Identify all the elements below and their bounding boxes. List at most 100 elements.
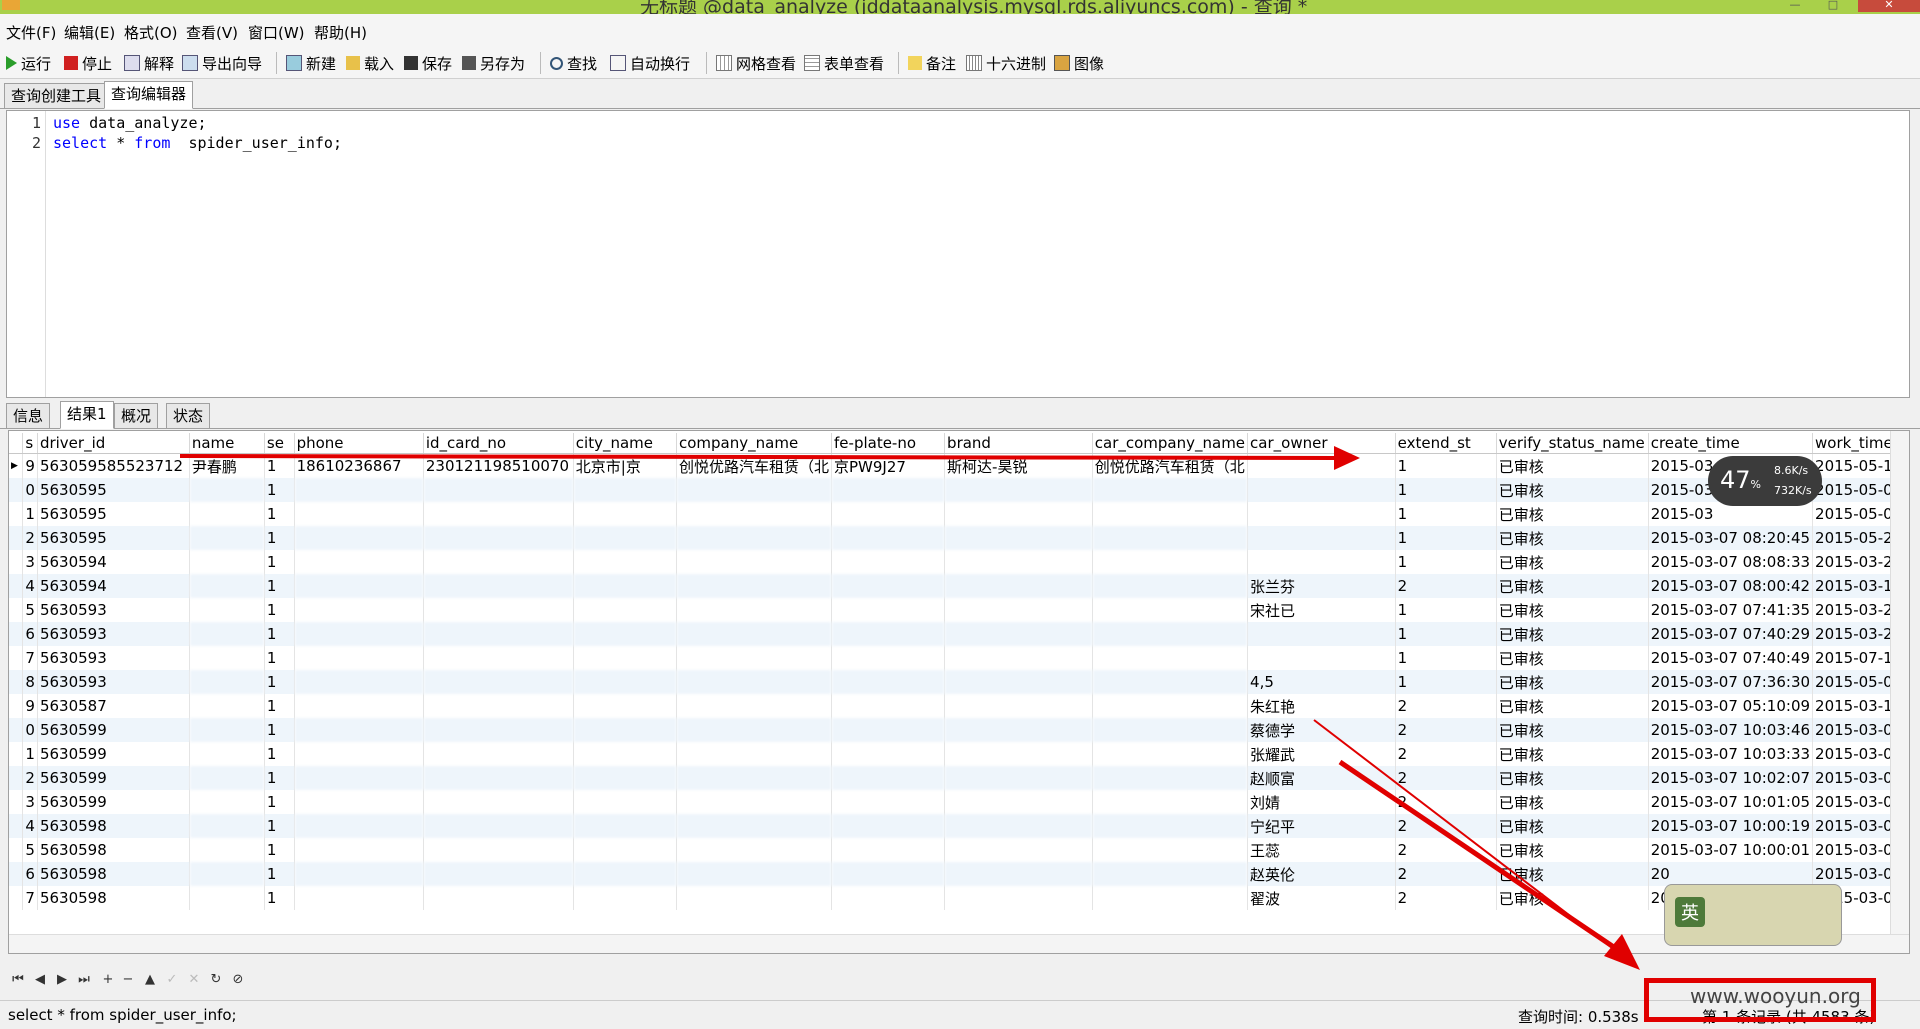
table-cell[interactable]: 已审核	[1496, 766, 1649, 790]
table-cell[interactable]	[944, 814, 1093, 838]
table-cell[interactable]: 3	[22, 790, 38, 814]
table-cell[interactable]: 5630593	[37, 646, 190, 670]
table-cell[interactable]	[189, 550, 265, 574]
table-cell[interactable]: 2	[1395, 766, 1497, 790]
table-cell[interactable]: 2	[1395, 718, 1497, 742]
table-cell[interactable]: 已审核	[1496, 838, 1649, 862]
table-cell[interactable]	[944, 838, 1093, 862]
table-cell[interactable]	[423, 502, 574, 526]
table-cell[interactable]: 1	[264, 766, 295, 790]
table-cell[interactable]: 5630595	[37, 478, 190, 502]
table-cell[interactable]	[573, 670, 678, 694]
table-cell[interactable]: 已审核	[1496, 550, 1649, 574]
table-cell[interactable]: 5630595	[37, 502, 190, 526]
table-cell[interactable]	[1092, 694, 1249, 718]
table-row[interactable]: 5 5630598 1 王蕊 2 已审核 2015-03-07 10:00:01 2015-0…	[9, 838, 1909, 862]
table-cell[interactable]	[189, 694, 265, 718]
table-cell[interactable]	[423, 598, 574, 622]
table-cell[interactable]	[189, 886, 265, 910]
table-cell[interactable]	[294, 574, 424, 598]
table-cell[interactable]: 1	[264, 790, 295, 814]
table-cell[interactable]: 5630593	[37, 670, 190, 694]
table-cell[interactable]	[676, 838, 833, 862]
column-header[interactable]: s	[22, 433, 38, 454]
table-cell[interactable]	[676, 694, 833, 718]
table-cell[interactable]	[189, 526, 265, 550]
table-cell[interactable]	[676, 718, 833, 742]
table-cell[interactable]	[1092, 790, 1249, 814]
table-cell[interactable]	[573, 502, 678, 526]
table-cell[interactable]	[1247, 646, 1396, 670]
table-cell[interactable]	[294, 598, 424, 622]
table-cell[interactable]: 1	[264, 598, 295, 622]
table-cell[interactable]	[189, 622, 265, 646]
table-cell[interactable]	[831, 790, 946, 814]
tab-result1[interactable]: 结果1	[60, 401, 114, 429]
table-cell[interactable]	[676, 502, 833, 526]
table-cell[interactable]: 6	[22, 622, 38, 646]
table-cell[interactable]	[294, 670, 424, 694]
table-row[interactable]: 6 5630593 1 1 已审核 2015-03-07 07:40:29 2015-03-…	[9, 622, 1909, 646]
table-cell[interactable]	[294, 694, 424, 718]
table-cell[interactable]: 4,5	[1247, 670, 1396, 694]
table-cell[interactable]: 已审核	[1496, 742, 1649, 766]
table-cell[interactable]	[423, 718, 574, 742]
prev-record-button[interactable]: ◀	[32, 972, 48, 988]
table-cell[interactable]: 张兰芬	[1247, 574, 1396, 598]
table-cell[interactable]: 宋社已	[1247, 598, 1396, 622]
table-cell[interactable]	[676, 622, 833, 646]
table-cell[interactable]	[831, 598, 946, 622]
table-cell[interactable]: 1	[1395, 478, 1497, 502]
table-cell[interactable]: 2	[1395, 790, 1497, 814]
tab-info[interactable]: 信息	[6, 403, 51, 429]
table-cell[interactable]: 2	[22, 766, 38, 790]
maximize-button[interactable]: □	[1818, 0, 1848, 12]
menu-edit[interactable]: 编辑(E)	[64, 22, 115, 43]
table-row[interactable]: ▶ 9 563059585523712 尹春鹏 1 18610236867 23012119…	[9, 453, 1909, 478]
table-cell[interactable]: 已审核	[1496, 478, 1649, 502]
table-cell[interactable]	[1092, 886, 1249, 910]
table-cell[interactable]	[423, 814, 574, 838]
table-cell[interactable]	[831, 550, 946, 574]
table-row[interactable]: 5 5630593 1 宋社已 1 已审核 2015-03-07 07:41:35 2015-…	[9, 598, 1909, 622]
table-cell[interactable]: 1	[1395, 526, 1497, 550]
table-cell[interactable]	[831, 502, 946, 526]
tab-query-builder[interactable]: 查询创建工具	[4, 83, 109, 109]
table-cell[interactable]	[1092, 598, 1249, 622]
table-cell[interactable]	[831, 766, 946, 790]
table-cell[interactable]: 王蕊	[1247, 838, 1396, 862]
table-cell[interactable]	[1092, 478, 1249, 502]
column-header[interactable]: create_time	[1648, 433, 1814, 454]
table-cell[interactable]	[573, 550, 678, 574]
table-cell[interactable]: 7	[22, 886, 38, 910]
table-cell[interactable]: 1	[264, 670, 295, 694]
table-cell[interactable]	[676, 886, 833, 910]
tab-query-editor[interactable]: 查询编辑器	[104, 81, 194, 109]
table-cell[interactable]: 2015-03-07 08:20:45	[1648, 526, 1814, 550]
table-cell[interactable]: 已审核	[1496, 718, 1649, 742]
table-cell[interactable]	[294, 838, 424, 862]
form-view-button[interactable]: 表单查看	[804, 53, 884, 73]
run-button[interactable]: 运行	[6, 53, 51, 73]
table-cell[interactable]: 2	[1395, 886, 1497, 910]
table-cell[interactable]	[189, 574, 265, 598]
table-cell[interactable]	[189, 766, 265, 790]
table-cell[interactable]	[573, 814, 678, 838]
table-cell[interactable]: 5	[22, 838, 38, 862]
table-cell[interactable]	[573, 622, 678, 646]
table-cell[interactable]: 已审核	[1496, 453, 1649, 478]
table-cell[interactable]: 5630594	[37, 574, 190, 598]
table-cell[interactable]	[423, 670, 574, 694]
table-cell[interactable]	[676, 646, 833, 670]
table-cell[interactable]	[831, 478, 946, 502]
column-header[interactable]: car_owner	[1247, 433, 1396, 454]
table-cell[interactable]	[676, 862, 833, 886]
table-cell[interactable]: 已审核	[1496, 598, 1649, 622]
table-cell[interactable]: 2	[1395, 742, 1497, 766]
table-cell[interactable]	[676, 550, 833, 574]
table-cell[interactable]	[676, 478, 833, 502]
table-cell[interactable]	[944, 742, 1093, 766]
table-cell[interactable]	[944, 550, 1093, 574]
new-button[interactable]: 新建	[286, 53, 336, 73]
table-cell[interactable]	[1092, 502, 1249, 526]
